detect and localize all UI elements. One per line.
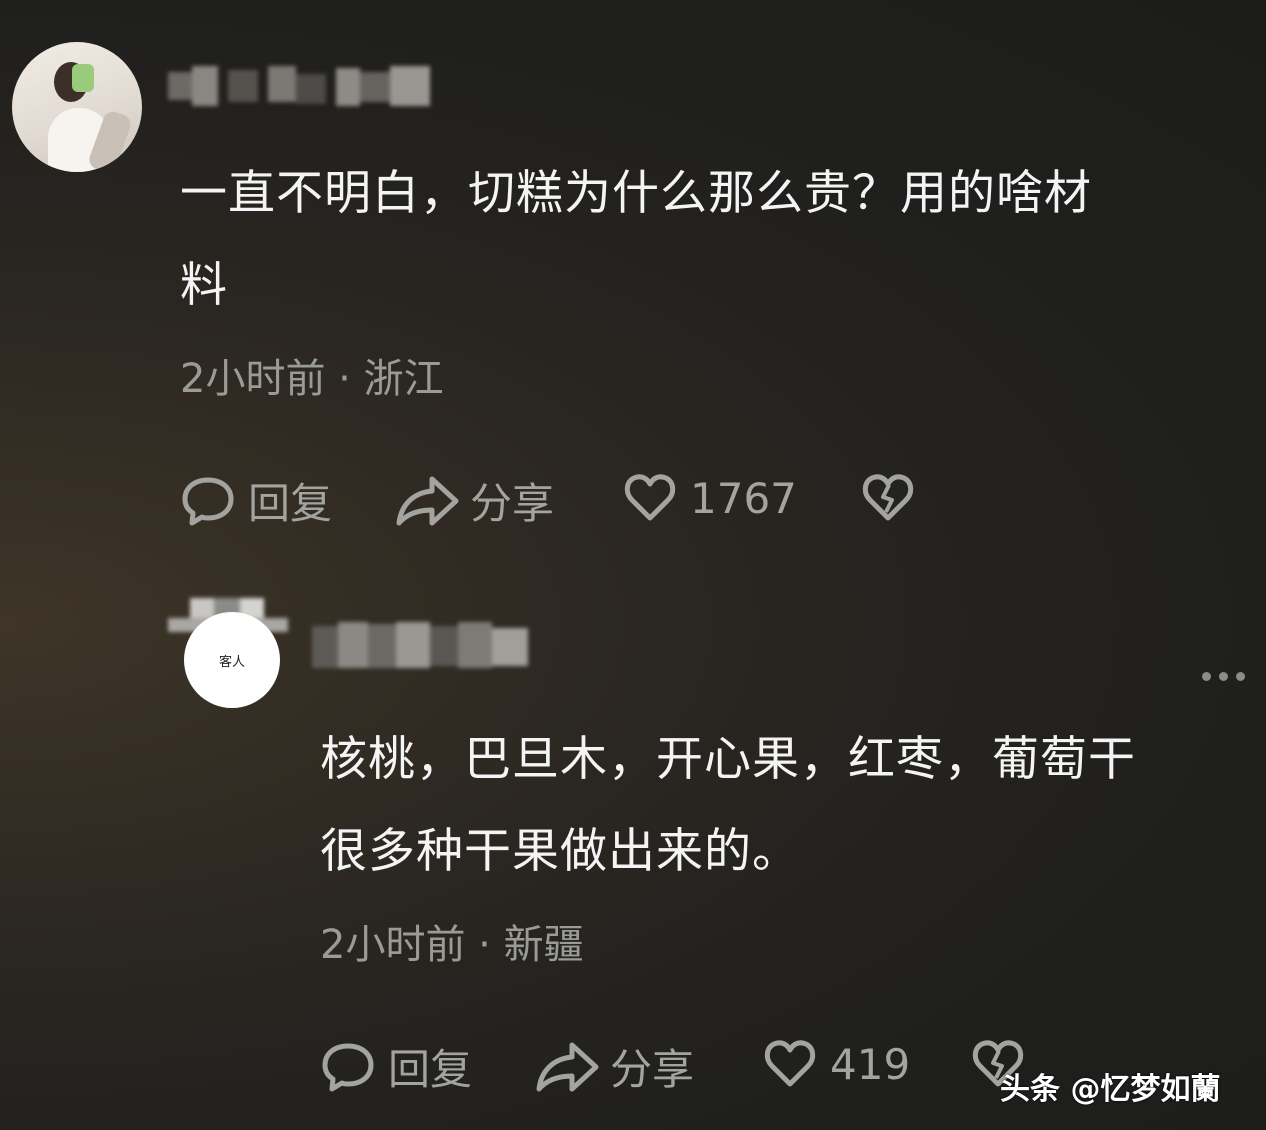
comment-line: 料 <box>180 258 228 313</box>
reply-username-redacted[interactable] <box>312 622 532 670</box>
reply-user-avatar[interactable]: 客人 <box>184 612 280 708</box>
heart-icon <box>624 474 676 521</box>
avatar-text: 客人 <box>218 654 245 670</box>
comment-line: 一直不明白，切糕为什么那么贵？用的啥材 <box>180 166 1092 221</box>
comment-line: 很多种干果做出来的。 <box>320 824 800 879</box>
comment-bubble-icon <box>322 1043 374 1091</box>
reply-label: 回复 <box>248 479 333 528</box>
comment-line: 核桃，巴旦木，开心果，红枣，葡萄干 <box>320 732 1136 787</box>
watermark: 头条 @忆梦如蘭 <box>1000 1072 1221 1107</box>
reply-reply-button[interactable]: 回复 <box>320 1036 472 1097</box>
reply-share-button[interactable]: 分享 <box>534 1036 694 1097</box>
share-label: 分享 <box>470 479 555 528</box>
like-button[interactable]: 1767 <box>622 470 797 526</box>
share-arrow-icon <box>396 476 459 525</box>
share-button[interactable]: 分享 <box>394 470 554 531</box>
reply-meta: 2小时前 · 新疆 <box>320 922 584 968</box>
comment-bubble-icon <box>182 477 234 525</box>
user-avatar[interactable] <box>12 42 142 172</box>
more-dots-icon <box>1202 672 1211 681</box>
username-redacted[interactable] <box>168 66 438 110</box>
dislike-button[interactable] <box>860 470 916 526</box>
comment-meta: 2小时前 · 浙江 <box>180 356 444 402</box>
comment-body: 一直不明白，切糕为什么那么贵？用的啥材 料 <box>180 148 1220 332</box>
share-arrow-icon <box>536 1042 599 1091</box>
reply-label: 回复 <box>388 1045 473 1094</box>
like-count: 1767 <box>690 473 797 523</box>
reply-body: 核桃，巴旦木，开心果，红枣，葡萄干 很多种干果做出来的。 <box>320 714 1240 898</box>
like-count: 419 <box>830 1039 911 1089</box>
share-label: 分享 <box>610 1045 695 1094</box>
heart-icon <box>764 1040 816 1087</box>
reply-button[interactable]: 回复 <box>180 470 332 531</box>
more-options-button[interactable] <box>1202 672 1245 681</box>
reply-like-button[interactable]: 419 <box>762 1036 910 1092</box>
broken-heart-icon <box>862 474 914 521</box>
